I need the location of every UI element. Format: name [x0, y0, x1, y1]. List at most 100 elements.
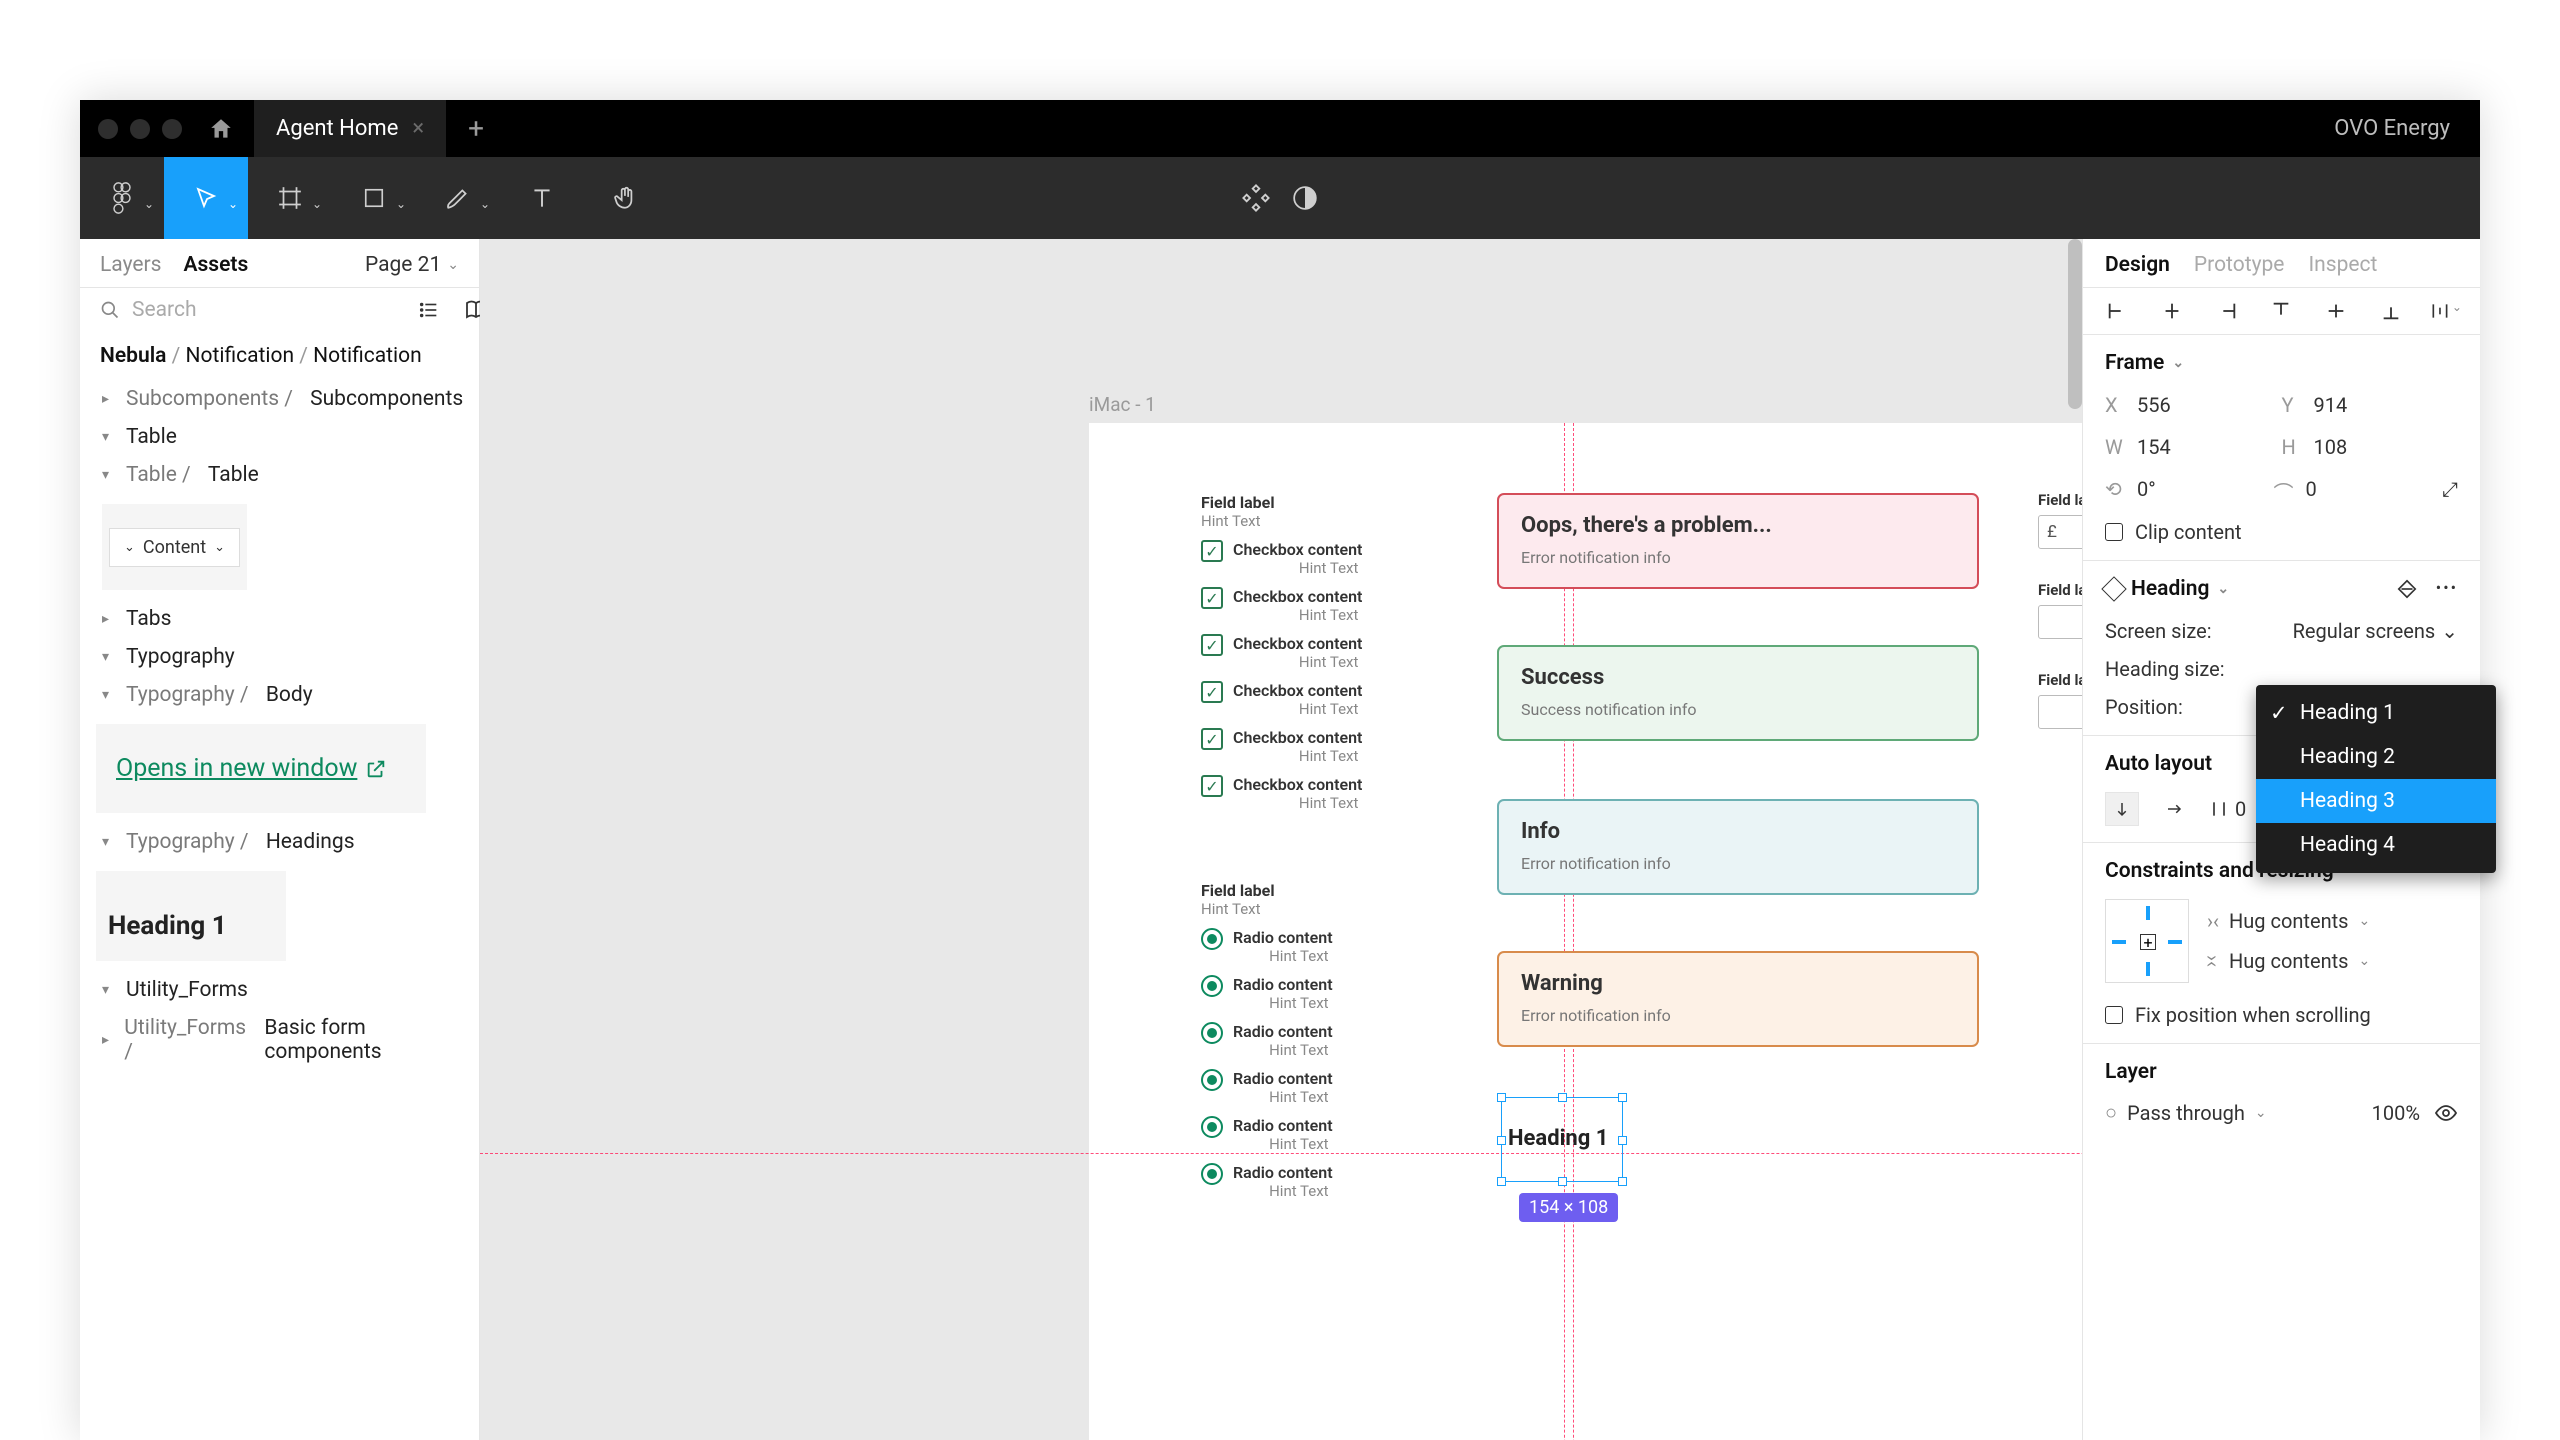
asset-row-utility-forms-group[interactable]: ▾ Utility_Forms	[96, 971, 473, 1009]
radio-icon[interactable]	[1201, 1116, 1223, 1138]
radio-row[interactable]: Radio content Hint Text	[1201, 1116, 1471, 1153]
checkbox-icon[interactable]: ✓	[1201, 728, 1223, 750]
checkbox-row[interactable]: ✓ Checkbox content Hint Text	[1201, 728, 1471, 765]
distribute-icon[interactable]: ⌄	[2430, 300, 2462, 322]
radius-input[interactable]: 0	[2306, 477, 2416, 506]
organization-name[interactable]: OVO Energy	[2334, 116, 2468, 141]
resize-handle[interactable]	[1497, 1093, 1506, 1102]
align-left-icon[interactable]	[2101, 300, 2133, 322]
close-icon[interactable]: ×	[412, 116, 424, 141]
x-input[interactable]: 556	[2137, 393, 2247, 417]
selected-layer-heading[interactable]: Heading 1	[1501, 1097, 1623, 1182]
asset-row-subcomponents[interactable]: ▸ Subcomponents / Subcomponents	[96, 380, 473, 418]
auto-layout-gap[interactable]: 0	[2209, 797, 2246, 821]
asset-row-basic-form[interactable]: ▸ Utility_Forms / Basic form components	[96, 1009, 473, 1071]
traffic-max[interactable]	[162, 119, 182, 139]
fix-position-checkbox[interactable]	[2105, 1006, 2123, 1024]
canvas-scrollbar[interactable]	[2068, 239, 2082, 409]
resize-handle[interactable]	[1558, 1177, 1567, 1186]
checkbox-row[interactable]: ✓ Checkbox content Hint Text	[1201, 540, 1471, 577]
go-to-component-icon[interactable]	[2396, 578, 2418, 600]
checkbox-icon[interactable]: ✓	[1201, 775, 1223, 797]
radio-row[interactable]: Radio content Hint Text	[1201, 975, 1471, 1012]
search-input[interactable]	[132, 298, 400, 322]
horizontal-resizing-select[interactable]: ›‹ Hug contents ⌄	[2207, 909, 2370, 933]
checkbox-row[interactable]: ✓ Checkbox content Hint Text	[1201, 587, 1471, 624]
file-tab[interactable]: Agent Home ×	[254, 100, 446, 157]
dropdown-option-h4[interactable]: Heading 4	[2256, 823, 2496, 867]
opacity-input[interactable]: 100%	[2372, 1101, 2420, 1125]
text-input[interactable]	[2038, 695, 2082, 729]
radio-row[interactable]: Radio content Hint Text	[1201, 1163, 1471, 1200]
asset-row-tabs[interactable]: ▸ Tabs	[96, 600, 473, 638]
frame-tool[interactable]: ⌄	[248, 157, 332, 239]
resize-handle[interactable]	[1618, 1177, 1627, 1186]
tab-prototype[interactable]: Prototype	[2194, 253, 2285, 277]
asset-thumb-content[interactable]: ⌄ Content ⌄	[102, 504, 247, 590]
checkbox-row[interactable]: ✓ Checkbox content Hint Text	[1201, 775, 1471, 812]
auto-layout-direction-h[interactable]	[2157, 792, 2191, 826]
hand-tool[interactable]	[584, 157, 668, 239]
new-tab-button[interactable]: +	[446, 112, 506, 145]
artboard-title[interactable]: iMac - 1	[1089, 393, 1156, 416]
radio-icon[interactable]	[1201, 1163, 1223, 1185]
w-input[interactable]: 154	[2137, 435, 2247, 459]
checkbox-icon[interactable]: ✓	[1201, 681, 1223, 703]
mask-icon[interactable]	[1292, 185, 1318, 211]
checkbox-row[interactable]: ✓ Checkbox content Hint Text	[1201, 634, 1471, 671]
align-bottom-icon[interactable]	[2375, 300, 2407, 322]
align-right-icon[interactable]	[2211, 300, 2243, 322]
text-input[interactable]	[2038, 605, 2082, 639]
figma-menu-tool[interactable]: ⌄	[80, 157, 164, 239]
pen-tool[interactable]: ⌄	[416, 157, 500, 239]
tab-inspect[interactable]: Inspect	[2308, 253, 2377, 277]
checkbox-icon[interactable]: ✓	[1201, 540, 1223, 562]
expand-icon[interactable]: ⤢	[2442, 477, 2458, 506]
dropdown-option-h1[interactable]: Heading 1	[2256, 691, 2496, 735]
asset-thumb-heading1[interactable]: Heading 1	[96, 871, 286, 961]
checkbox-icon[interactable]: ✓	[1201, 587, 1223, 609]
artboard[interactable]: Field label Hint Text ✓ Checkbox content…	[1089, 423, 2082, 1440]
radio-icon[interactable]	[1201, 928, 1223, 950]
resize-handle[interactable]	[1618, 1093, 1627, 1102]
shape-tool[interactable]: ⌄	[332, 157, 416, 239]
blend-mode-select[interactable]: ○ Pass through ⌄	[2105, 1100, 2267, 1125]
radio-icon[interactable]	[1201, 1022, 1223, 1044]
more-icon[interactable]: •••	[2436, 578, 2458, 600]
traffic-min[interactable]	[130, 119, 150, 139]
resize-handle[interactable]	[1558, 1093, 1567, 1102]
asset-thumb-link[interactable]: Opens in new window	[96, 724, 426, 813]
checkbox-row[interactable]: ✓ Checkbox content Hint Text	[1201, 681, 1471, 718]
align-top-icon[interactable]	[2265, 300, 2297, 322]
radio-icon[interactable]	[1201, 975, 1223, 997]
resize-handle[interactable]	[1497, 1136, 1506, 1145]
page-selector[interactable]: Page 21 ⌄	[365, 253, 459, 277]
radio-row[interactable]: Radio content Hint Text	[1201, 928, 1471, 965]
auto-layout-direction-v[interactable]	[2105, 792, 2139, 826]
align-hcenter-icon[interactable]	[2156, 300, 2188, 322]
resizing-preview[interactable]: +	[2105, 899, 2189, 983]
asset-row-typography-headings[interactable]: ▾ Typography / Headings	[96, 823, 473, 861]
component-icon[interactable]	[1242, 184, 1270, 212]
traffic-close[interactable]	[98, 119, 118, 139]
text-input[interactable]: £	[2038, 515, 2082, 549]
vertical-resizing-select[interactable]: ›‹ Hug contents ⌄	[2207, 949, 2370, 973]
tab-assets[interactable]: Assets	[183, 253, 248, 277]
asset-row-table-group[interactable]: ▾ Table	[96, 418, 473, 456]
align-vcenter-icon[interactable]	[2320, 300, 2352, 322]
canvas[interactable]: iMac - 1 Field label Hint Text ✓ Checkbo…	[480, 239, 2082, 1440]
home-icon[interactable]	[204, 116, 238, 142]
asset-row-typography-body[interactable]: ▾ Typography / Body	[96, 676, 473, 714]
radio-row[interactable]: Radio content Hint Text	[1201, 1069, 1471, 1106]
radio-row[interactable]: Radio content Hint Text	[1201, 1022, 1471, 1059]
tab-layers[interactable]: Layers	[100, 253, 161, 277]
move-tool[interactable]: ⌄	[164, 157, 248, 239]
radio-icon[interactable]	[1201, 1069, 1223, 1091]
dropdown-option-h3[interactable]: Heading 3	[2256, 779, 2496, 823]
tab-design[interactable]: Design	[2105, 253, 2170, 277]
y-input[interactable]: 914	[2314, 393, 2424, 417]
resize-handle[interactable]	[1618, 1136, 1627, 1145]
list-icon[interactable]	[412, 299, 446, 321]
visibility-icon[interactable]	[2434, 1101, 2458, 1125]
dropdown-option-h2[interactable]: Heading 2	[2256, 735, 2496, 779]
